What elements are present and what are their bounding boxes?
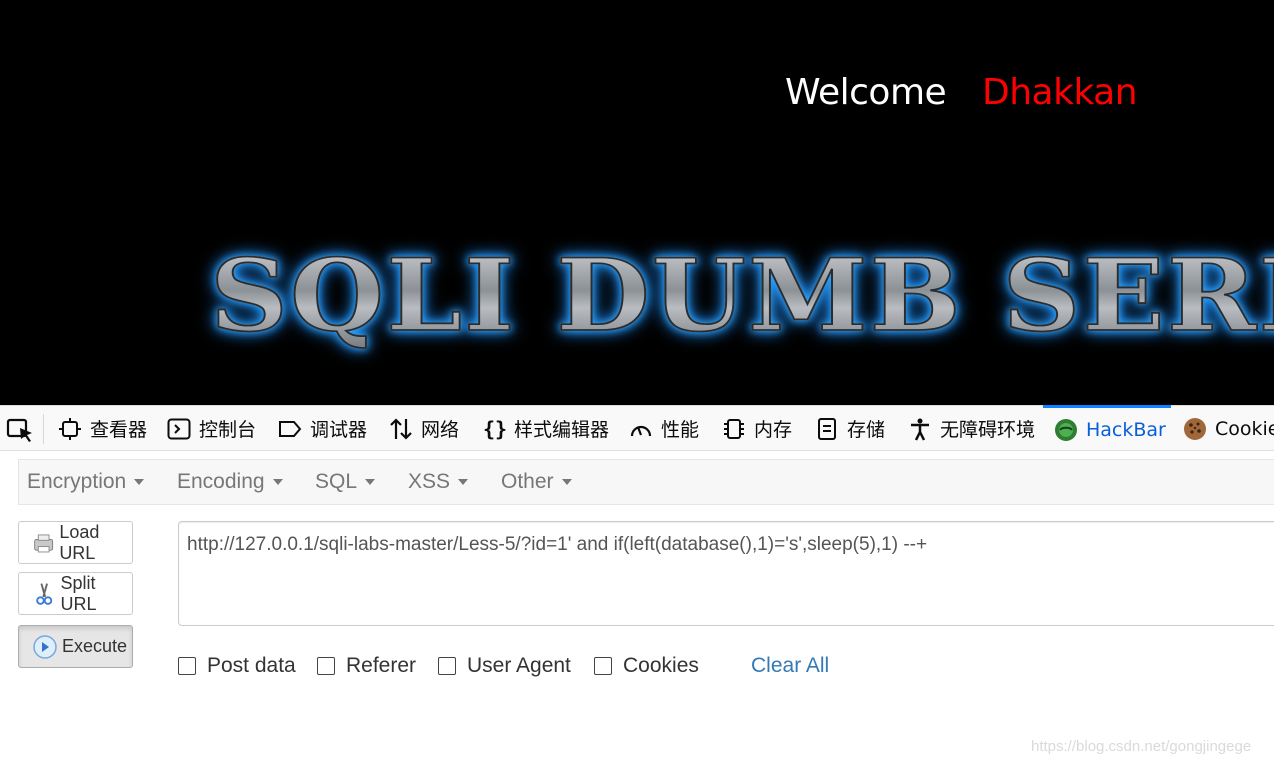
- tab-label: 样式编辑器: [514, 419, 610, 441]
- checkbox[interactable]: [178, 657, 196, 675]
- tab-hackbar[interactable]: HackBar: [1043, 405, 1171, 451]
- menu-xss[interactable]: XSS: [408, 460, 469, 504]
- tab-label: 查看器: [90, 419, 148, 441]
- menu-encryption[interactable]: Encryption: [27, 460, 145, 504]
- post-data-checkbox[interactable]: Post data: [178, 654, 296, 678]
- web-page: Welcome Dhakkan SQLI DUMB SERIES: [0, 0, 1274, 405]
- tab-memory[interactable]: 内存: [722, 406, 792, 451]
- checkbox-label: User Agent: [467, 654, 571, 677]
- tab-performance[interactable]: 性能: [629, 406, 699, 451]
- tab-debugger[interactable]: 调试器: [278, 406, 367, 451]
- tab-label: 性能: [661, 419, 700, 441]
- checkbox[interactable]: [317, 657, 335, 675]
- inspector-icon: [59, 417, 81, 440]
- button-label: Execute: [62, 636, 128, 656]
- tab-label: 存储: [847, 419, 886, 441]
- tab-label: 调试器: [310, 419, 368, 441]
- user-agent-checkbox[interactable]: User Agent: [438, 654, 571, 678]
- checkbox-label: Cookies: [623, 654, 699, 677]
- button-label: Load URL: [59, 521, 100, 563]
- toolbar-separator: [43, 414, 44, 444]
- memory-icon: [724, 418, 744, 439]
- tab-console[interactable]: 控制台: [167, 406, 256, 451]
- tab-storage[interactable]: 存储: [815, 406, 885, 451]
- scissors-icon: [36, 582, 53, 605]
- devtools-toolbar: 查看器 控制台 调试器 网络 {} 样式编辑器 性能 内存 存储 无障碍环境 H…: [0, 405, 1274, 451]
- checkbox[interactable]: [438, 657, 456, 675]
- checkbox[interactable]: [594, 657, 612, 675]
- caret-down-icon: [561, 479, 572, 485]
- menu-other[interactable]: Other: [501, 460, 572, 504]
- play-icon: [33, 634, 57, 659]
- referer-checkbox[interactable]: Referer: [317, 654, 416, 678]
- tab-label: HackBar: [1086, 418, 1166, 441]
- clear-all-link[interactable]: Clear All: [751, 654, 829, 678]
- caret-down-icon: [365, 479, 376, 485]
- tab-cookie[interactable]: Cookie: [1183, 406, 1274, 451]
- checkbox-label: Post data: [207, 654, 296, 677]
- sqli-banner-logo: SQLI DUMB SERIES: [209, 237, 1274, 355]
- performance-icon: [630, 425, 652, 436]
- tab-label: 网络: [421, 419, 460, 441]
- hackbar-menubar: Encryption Encoding SQL XSS Other: [18, 459, 1274, 505]
- hackbar-icon: [1055, 418, 1077, 441]
- tab-style-editor[interactable]: {} 样式编辑器: [482, 406, 609, 451]
- svg-text:{}: {}: [483, 417, 506, 441]
- style-editor-icon: {}: [483, 417, 506, 441]
- tab-network[interactable]: 网络: [389, 406, 459, 451]
- element-picker-icon[interactable]: [4, 414, 36, 444]
- caret-down-icon: [458, 479, 469, 485]
- checkbox-label: Referer: [346, 654, 417, 677]
- url-textarea[interactable]: http://127.0.0.1/sqli-labs-master/Less-5…: [178, 521, 1274, 626]
- accessibility-icon: [911, 418, 929, 441]
- menu-label: Encryption: [27, 470, 127, 493]
- tab-label: 无障碍环境: [940, 419, 1036, 441]
- split-url-button[interactable]: Split URL: [18, 572, 133, 615]
- tab-label: 控制台: [199, 419, 257, 441]
- cookies-checkbox[interactable]: Cookies: [594, 654, 699, 678]
- tab-label: 内存: [754, 419, 793, 441]
- caret-down-icon: [134, 479, 145, 485]
- button-label: Split URL: [60, 572, 97, 614]
- tab-accessibility[interactable]: 无障碍环境: [908, 406, 1035, 451]
- watermark-text: https://blog.csdn.net/gongjingege: [1031, 738, 1252, 755]
- tab-label: Cookie: [1215, 417, 1274, 440]
- menu-label: SQL: [315, 470, 358, 493]
- tab-inspector[interactable]: 查看器: [58, 406, 147, 451]
- console-icon: [167, 418, 191, 439]
- caret-down-icon: [272, 479, 283, 485]
- cookie-icon: [1184, 417, 1206, 440]
- menu-label: Other: [501, 470, 554, 493]
- menu-label: Encoding: [177, 470, 265, 493]
- debugger-icon: [279, 420, 302, 437]
- username-text: Dhakkan: [982, 72, 1138, 113]
- welcome-text: Welcome: [785, 72, 947, 113]
- execute-button[interactable]: Execute: [18, 625, 133, 668]
- storage-icon: [818, 417, 836, 440]
- network-icon: [390, 417, 412, 440]
- load-url-icon: [34, 533, 54, 552]
- menu-label: XSS: [408, 470, 451, 493]
- load-url-button[interactable]: Load URL: [18, 521, 133, 564]
- menu-sql[interactable]: SQL: [315, 460, 376, 504]
- menu-encoding[interactable]: Encoding: [177, 460, 283, 504]
